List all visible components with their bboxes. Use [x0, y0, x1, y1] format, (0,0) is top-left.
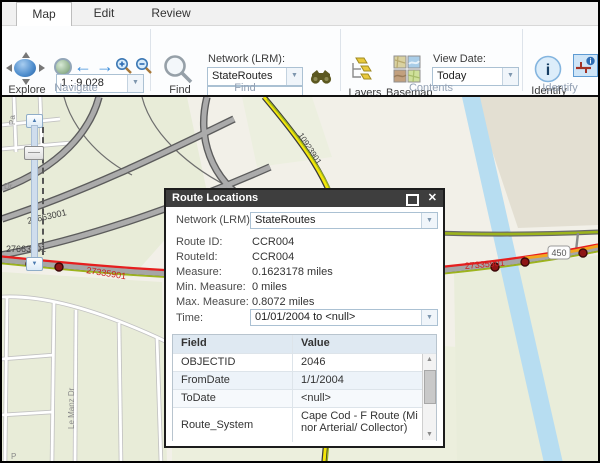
route-locations-dialog: Route Locations ✕ Network (LRM): StateRo…	[164, 188, 445, 448]
cell-value: Cape Cod - F Route (Mi nor Arterial/ Col…	[293, 408, 436, 442]
routeid-label: RouteId:	[176, 251, 218, 263]
scrollbar-thumb[interactable]	[424, 370, 436, 404]
svg-text:i: i	[590, 59, 592, 66]
slider-zoom-out-button[interactable]: ▼	[26, 257, 43, 271]
max-measure-label: Max. Measure:	[176, 296, 249, 308]
group-navigate: Navigate	[2, 82, 150, 94]
identify-route-locations-icon: i	[574, 55, 597, 76]
ribbon-tabbar: Map Edit Review	[2, 2, 598, 26]
dialog-titlebar[interactable]: Route Locations	[166, 190, 443, 207]
network-field-label: Network (LRM):	[176, 214, 253, 226]
street-label: Pa	[8, 115, 17, 125]
identify-route-locations-button[interactable]: i	[573, 54, 598, 77]
view-date-label: View Date:	[433, 53, 486, 65]
table-row[interactable]: OBJECTID 2046	[173, 353, 436, 371]
group-find: Find	[150, 82, 340, 94]
cell-field: FromDate	[173, 372, 293, 389]
tab-map[interactable]: Map	[16, 2, 72, 26]
table-header-row: Field Value	[173, 335, 436, 353]
group-contents: Contents	[340, 82, 522, 94]
group-identify: Identify	[522, 82, 598, 94]
value-column-header: Value	[293, 335, 436, 353]
dialog-time-value: 01/01/2004 to <null>	[255, 310, 421, 325]
route-label: 27663001	[6, 244, 46, 254]
measure-value: 0.1623178 miles	[252, 266, 333, 278]
ribbon: Explore ← → 1 : 9,028 ▼ Navigate Find Ro…	[2, 26, 598, 95]
dialog-network-value: StateRoutes	[255, 213, 421, 228]
routeid-value: CCR004	[252, 251, 294, 263]
tab-edit[interactable]: Edit	[84, 2, 124, 24]
cell-value: <null>	[293, 390, 436, 407]
scroll-down-icon[interactable]: ▼	[423, 431, 436, 438]
table-scrollbar[interactable]: ▲ ▼	[422, 354, 436, 440]
route-id-label: Route ID:	[176, 236, 222, 248]
table-row[interactable]: Route_System Cape Cod - F Route (Mi nor …	[173, 407, 436, 442]
street-label: Dr	[4, 182, 13, 191]
svg-text:i: i	[546, 62, 550, 79]
basemap-icon[interactable]	[393, 55, 421, 83]
street-label: Le Manz Dr	[67, 387, 76, 429]
attributes-table: Field Value OBJECTID 2046 FromDate 1/1/2…	[172, 334, 437, 441]
explore-orb-icon[interactable]	[14, 59, 36, 77]
scroll-up-icon[interactable]: ▲	[423, 356, 436, 363]
max-measure-value: 0.8072 miles	[252, 296, 314, 308]
time-label: Time:	[176, 312, 203, 324]
cell-value: 1/1/2004	[293, 372, 436, 389]
zoom-slider-handle[interactable]	[24, 146, 44, 160]
pan-right-icon[interactable]	[39, 64, 45, 72]
table-row[interactable]: ToDate <null>	[173, 389, 436, 407]
min-measure-label: Min. Measure:	[176, 281, 246, 293]
svg-text:450: 450	[551, 248, 566, 258]
close-icon[interactable]: ✕	[428, 190, 437, 207]
route-shield-450: 450	[548, 246, 570, 259]
pan-left-icon[interactable]	[6, 64, 12, 72]
network-lrm-label: Network (LRM):	[208, 53, 285, 65]
min-measure-value: 0 miles	[252, 281, 287, 293]
layers-icon[interactable]	[349, 55, 379, 85]
zoom-in-icon[interactable]	[115, 57, 133, 75]
measure-label: Measure:	[176, 266, 222, 278]
pan-up-icon[interactable]	[22, 52, 30, 58]
zoom-out-icon[interactable]	[135, 57, 153, 75]
maximize-icon[interactable]	[406, 194, 419, 206]
dialog-time-combobox[interactable]: 01/01/2004 to <null> ▼	[250, 309, 438, 326]
street-label: P	[11, 452, 16, 461]
dialog-network-combobox[interactable]: StateRoutes ▼	[250, 212, 438, 229]
field-column-header: Field	[173, 335, 293, 353]
identify-icon[interactable]: i	[533, 54, 563, 84]
cell-value: 2046	[293, 354, 436, 371]
cell-field: Route_System	[173, 408, 293, 442]
cell-field: ToDate	[173, 390, 293, 407]
dialog-time-dropdown-icon[interactable]: ▼	[421, 310, 437, 325]
table-row[interactable]: FromDate 1/1/2004	[173, 371, 436, 389]
tab-review[interactable]: Review	[144, 2, 198, 24]
app-window: Map Edit Review Explore ← → 1 : 9,02	[0, 0, 600, 463]
cell-field: OBJECTID	[173, 354, 293, 371]
route-id-value: CCR004	[252, 236, 294, 248]
dialog-network-dropdown-icon[interactable]: ▼	[421, 213, 437, 228]
